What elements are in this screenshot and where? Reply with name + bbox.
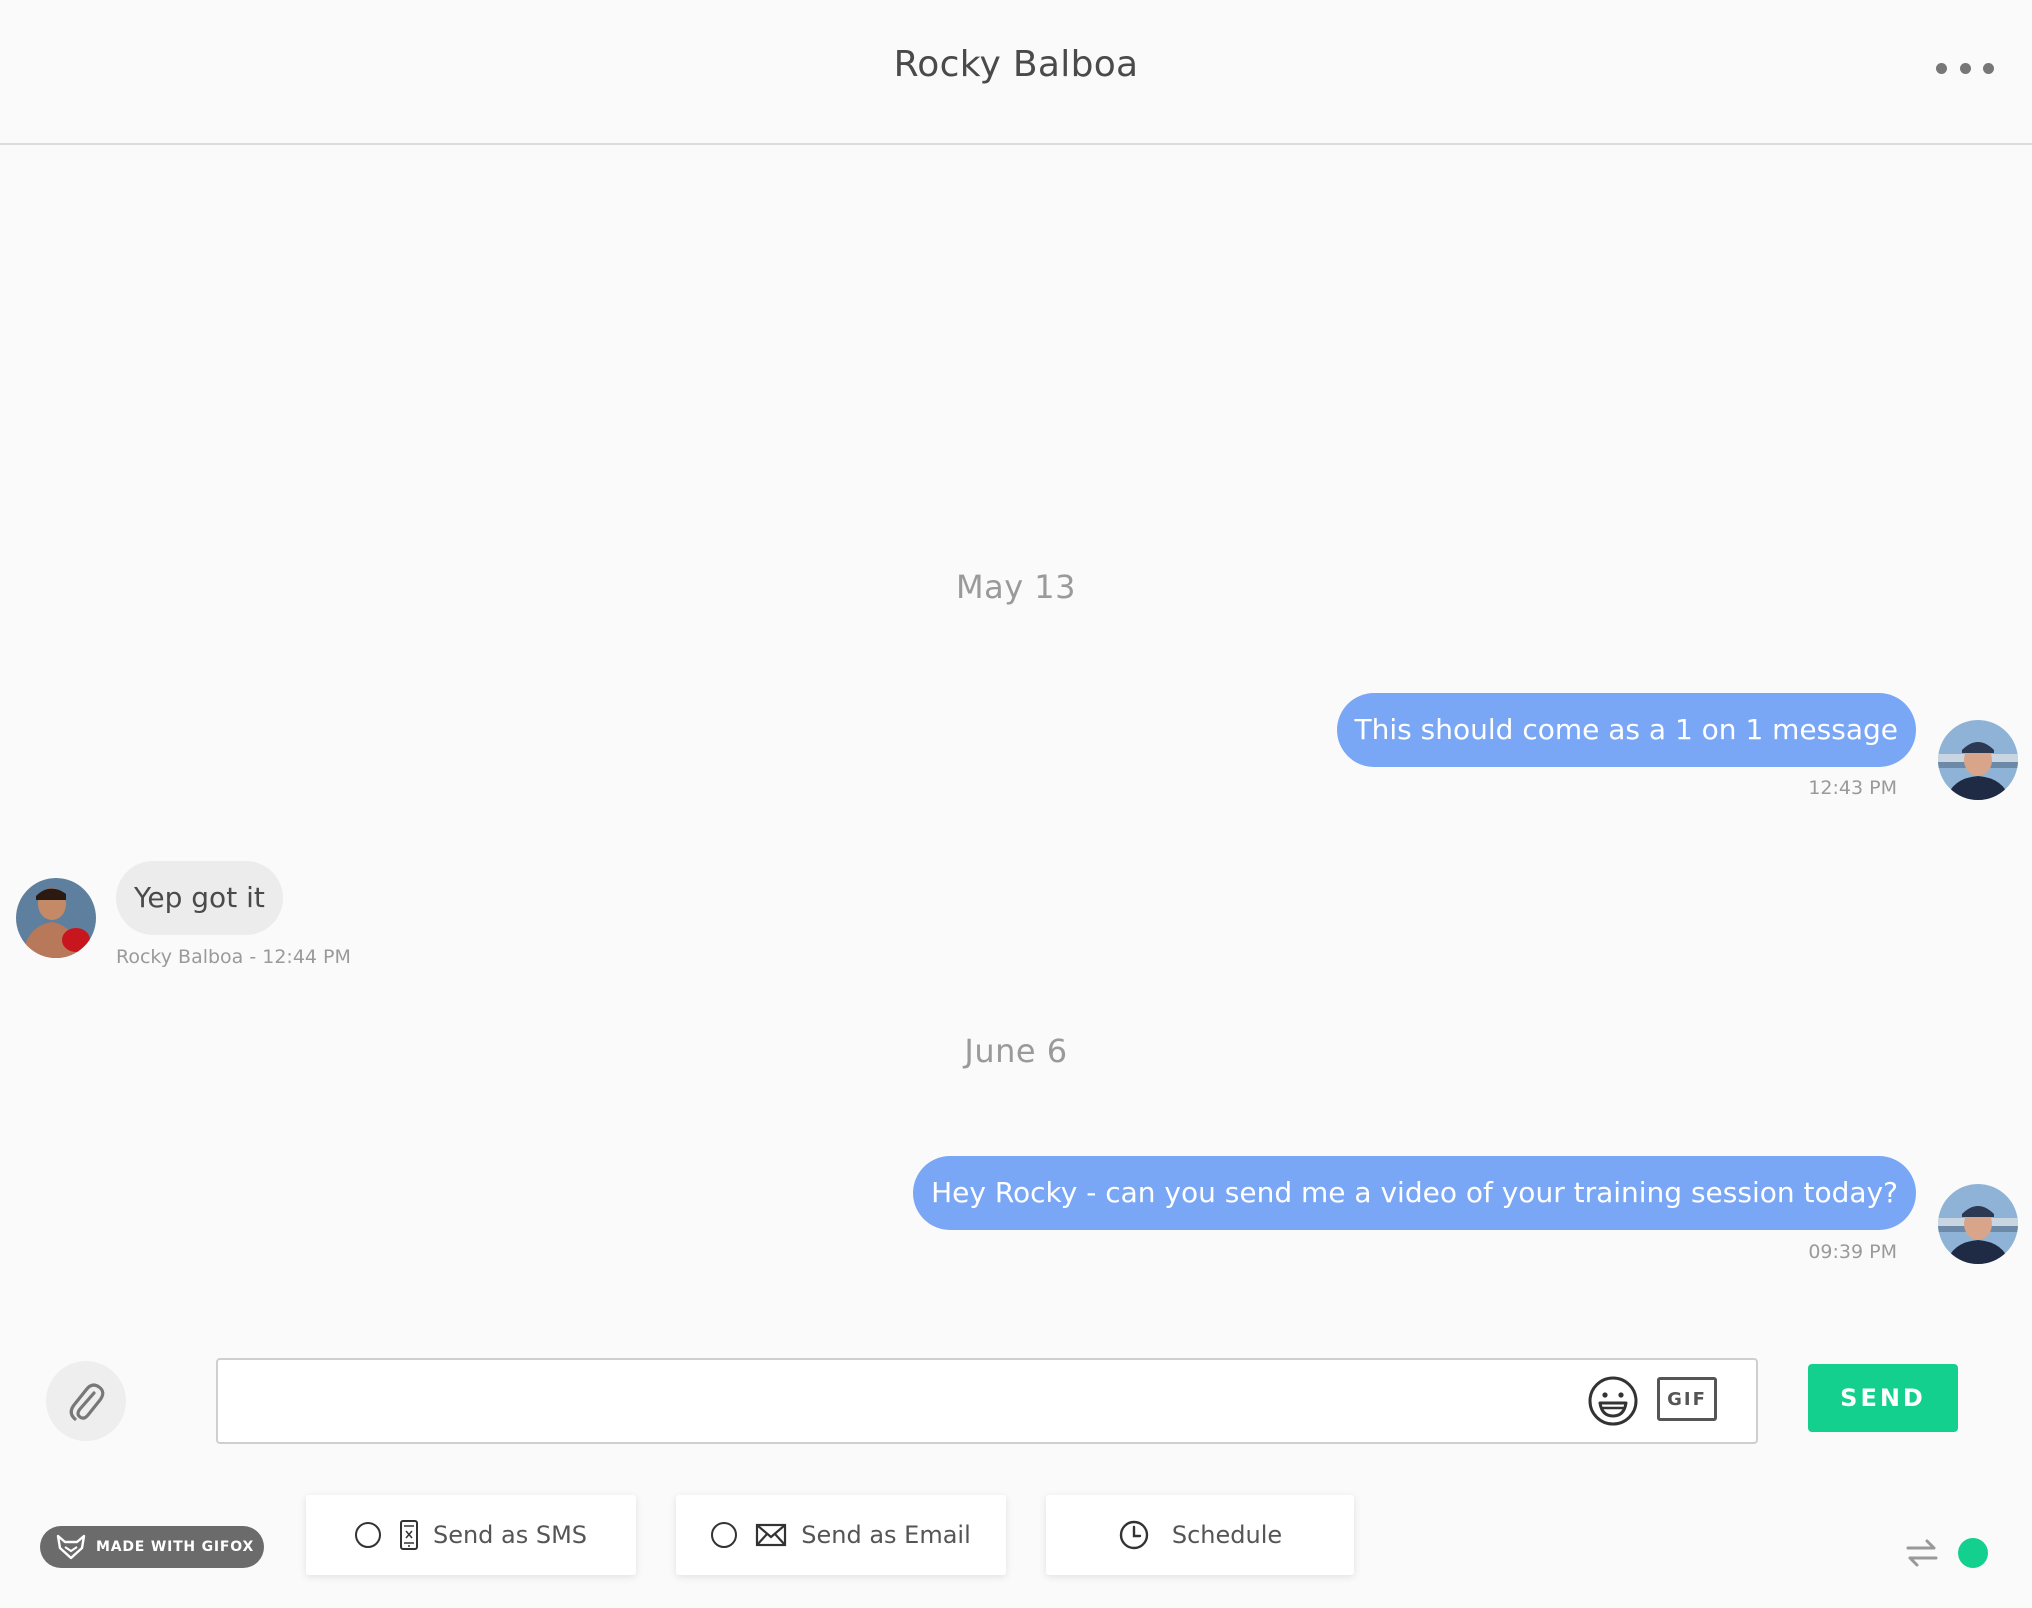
contact-avatar[interactable] — [16, 878, 96, 958]
message-input[interactable] — [216, 1358, 1758, 1444]
send-button[interactable]: SEND — [1808, 1364, 1958, 1432]
emoji-icon — [1588, 1376, 1638, 1426]
more-dot — [1936, 62, 1947, 74]
paperclip-icon — [69, 1383, 105, 1421]
user-avatar[interactable] — [1938, 720, 2018, 800]
more-dot — [1983, 62, 1994, 74]
date-separator: June 6 — [964, 1032, 1068, 1070]
send-as-email-option[interactable]: Send as Email — [676, 1495, 1006, 1575]
send-as-sms-option[interactable]: Send as SMS — [306, 1495, 636, 1575]
message-timestamp: 12:43 PM — [1808, 777, 1897, 799]
sms-radio[interactable] — [354, 1522, 381, 1548]
message-timestamp: 09:39 PM — [1808, 1241, 1897, 1263]
outgoing-message-bubble[interactable]: Hey Rocky - can you send me a video of y… — [913, 1156, 1916, 1230]
clock-icon — [1118, 1519, 1150, 1551]
contact-avatar-image — [16, 878, 96, 958]
more-options-icon[interactable] — [1936, 56, 1994, 80]
schedule-option-label: Schedule — [1171, 1521, 1283, 1549]
message-sender-timestamp: Rocky Balboa - 12:44 PM — [116, 946, 351, 968]
emoji-button[interactable] — [1587, 1375, 1639, 1427]
made-with-gifox-badge: MADE WITH GIFOX — [40, 1526, 264, 1568]
chat-window: Rocky Balboa May 13 This should come as … — [0, 0, 2032, 1608]
gif-button[interactable]: GIF — [1657, 1377, 1717, 1421]
user-avatar-image — [1938, 720, 2018, 800]
incoming-message-bubble[interactable]: Yep got it — [116, 861, 283, 935]
phone-icon — [399, 1519, 419, 1551]
email-radio[interactable] — [711, 1522, 738, 1548]
contact-name-title: Rocky Balboa — [893, 44, 1139, 85]
sms-option-label: Send as SMS — [432, 1521, 588, 1549]
date-separator: May 13 — [955, 568, 1077, 606]
outgoing-message-bubble[interactable]: This should come as a 1 on 1 message — [1336, 693, 1916, 767]
email-option-label: Send as Email — [801, 1521, 971, 1549]
fox-icon — [56, 1534, 86, 1560]
user-avatar[interactable] — [1938, 1184, 2018, 1264]
schedule-option[interactable]: Schedule — [1046, 1495, 1354, 1575]
more-dot — [1959, 62, 1971, 74]
chat-header: Rocky Balboa — [0, 0, 2032, 145]
attach-button[interactable] — [46, 1361, 126, 1441]
online-status-indicator — [1958, 1538, 1988, 1568]
envelope-icon — [755, 1523, 787, 1547]
badge-label: MADE WITH GIFOX — [96, 1539, 255, 1555]
user-avatar-image — [1938, 1184, 2018, 1264]
swap-arrows-icon[interactable] — [1905, 1536, 1939, 1570]
